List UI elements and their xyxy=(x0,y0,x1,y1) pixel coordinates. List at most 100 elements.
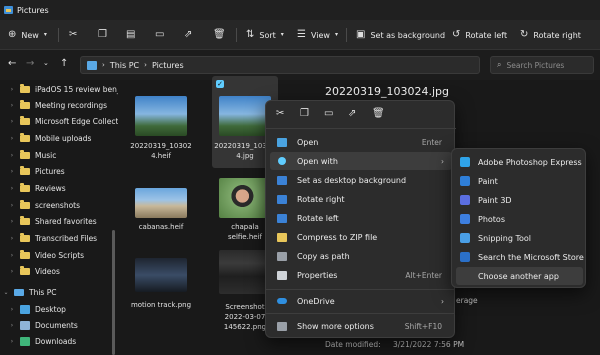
submenu-item-photoshop-express[interactable]: Adobe Photoshop Express xyxy=(456,153,583,171)
image-thumbnail xyxy=(219,178,271,218)
sidebar-item-screenshots[interactable]: › screenshots xyxy=(0,198,80,212)
submenu-item-photos[interactable]: Photos xyxy=(456,210,583,228)
menu-item-onedrive[interactable]: OneDrive › xyxy=(270,292,452,310)
sidebar-item-label: Shared favorites xyxy=(35,216,97,226)
folder-icon xyxy=(20,115,30,125)
address-bar[interactable]: › This PC › Pictures xyxy=(80,56,480,74)
menu-item-open-with[interactable]: Open with › xyxy=(270,152,452,170)
submenu-item-paint-3d[interactable]: Paint 3D xyxy=(456,191,583,209)
rename-button[interactable]: ▭ xyxy=(155,24,164,46)
menu-item-properties[interactable]: Properties Alt+Enter xyxy=(270,266,452,284)
rotate-left-icon: ↺ xyxy=(452,29,461,40)
submenu-item-choose-another-app[interactable]: Choose another app xyxy=(456,267,583,285)
checkbox-checked-icon[interactable]: ✓ xyxy=(216,80,224,88)
rename-icon[interactable]: ▭ xyxy=(324,109,333,119)
recent-chevron-icon[interactable]: ⌄ xyxy=(43,60,49,67)
image-thumbnail xyxy=(219,250,271,294)
sidebar-item-ipados[interactable]: › iPadOS 15 review ben_fil xyxy=(0,82,118,96)
rotate-left-label: Rotate left xyxy=(465,30,508,40)
pc-icon xyxy=(87,60,97,70)
submenu-item-paint[interactable]: Paint xyxy=(456,172,583,190)
cut-icon[interactable]: ✂ xyxy=(276,109,284,119)
menu-item-rotate-left[interactable]: Rotate left xyxy=(270,209,452,227)
breadcrumb-pictures[interactable]: Pictures xyxy=(152,61,184,70)
rotate-right-button[interactable]: ↻ Rotate right xyxy=(520,24,581,46)
sort-button[interactable]: ⇅ Sort ▾ xyxy=(246,24,284,46)
date-modified-value: 3/21/2022 7:56 PM xyxy=(393,340,465,349)
submenu-item-label: Choose another app xyxy=(478,271,559,281)
rotate-left-button[interactable]: ↺ Rotate left xyxy=(452,24,507,46)
delete-button[interactable]: 🗑 xyxy=(213,24,226,46)
folder-icon xyxy=(20,249,30,259)
menu-item-copy-as-path[interactable]: Copy as path xyxy=(270,247,452,265)
sidebar-item-documents[interactable]: › Documents xyxy=(0,318,78,332)
sidebar-item-desktop[interactable]: › Desktop xyxy=(0,302,66,316)
sidebar-item-transcribed-files[interactable]: › Transcribed Files xyxy=(0,231,97,245)
search-box[interactable]: ⌕ Search Pictures xyxy=(490,56,594,74)
copy-path-icon xyxy=(276,251,288,261)
chevron-right-icon: › xyxy=(441,156,444,166)
submenu-item-label: Search the Microsoft Store xyxy=(478,252,584,262)
delete-icon[interactable]: 🗑 xyxy=(372,109,385,119)
open-with-icon xyxy=(276,156,288,166)
chevron-right-icon: › xyxy=(10,117,14,125)
sidebar-item-label: Videos xyxy=(35,266,60,276)
sidebar-scrollbar[interactable] xyxy=(112,230,115,355)
properties-icon xyxy=(276,270,288,280)
sidebar-item-video-scripts[interactable]: › Video Scripts xyxy=(0,248,84,262)
sidebar-item-label: Meeting recordings xyxy=(35,100,108,110)
chevron-down-icon: ⌄ xyxy=(3,288,9,296)
copy-button[interactable]: ❐ xyxy=(98,24,107,46)
more-options-icon xyxy=(276,321,288,331)
wallpaper-icon: ▣ xyxy=(356,29,366,40)
forward-icon[interactable]: → xyxy=(26,59,34,69)
menu-item-set-desktop-background[interactable]: Set as desktop background xyxy=(270,171,452,189)
submenu-item-search-store[interactable]: Search the Microsoft Store xyxy=(456,248,584,266)
menu-item-rotate-right[interactable]: Rotate right xyxy=(270,190,452,208)
view-button[interactable]: ☰ View ▾ xyxy=(297,24,338,46)
sidebar-item-music[interactable]: › Music xyxy=(0,148,56,162)
sidebar-item-label: Reviews xyxy=(35,183,66,193)
context-menu-quick-actions: ✂ ❐ ▭ ⇗ 🗑 xyxy=(266,101,456,129)
menu-item-open[interactable]: Open Enter xyxy=(270,133,452,151)
submenu-item-snipping-tool[interactable]: Snipping Tool xyxy=(456,229,583,247)
sidebar-item-downloads[interactable]: › Downloads xyxy=(0,334,76,348)
sidebar-item-pictures[interactable]: › Pictures xyxy=(0,164,65,178)
chevron-right-icon: › xyxy=(10,321,14,329)
menu-item-label: OneDrive xyxy=(297,296,335,306)
menu-item-show-more-options[interactable]: Show more options Shift+F10 xyxy=(270,317,452,335)
share-icon[interactable]: ⇗ xyxy=(348,109,356,119)
sidebar-item-label: Music xyxy=(35,150,57,160)
menu-item-compress-zip[interactable]: Compress to ZIP file xyxy=(270,228,452,246)
new-button[interactable]: ⊕ New ▾ xyxy=(8,24,47,46)
sidebar-item-shared-favorites[interactable]: › Shared favorites xyxy=(0,214,97,228)
paste-button[interactable]: ▤ xyxy=(126,24,135,46)
pc-icon xyxy=(14,288,24,296)
folder-icon xyxy=(20,199,30,209)
chevron-right-icon: › xyxy=(10,167,14,175)
up-icon[interactable]: ↑ xyxy=(60,59,68,69)
copy-icon[interactable]: ❐ xyxy=(300,109,309,119)
wallpaper-icon xyxy=(276,175,288,185)
sidebar-item-reviews[interactable]: › Reviews xyxy=(0,181,66,195)
sidebar-item-label: Video Scripts xyxy=(35,250,85,260)
context-menu: ✂ ❐ ▭ ⇗ 🗑 Open Enter Open with › Set as … xyxy=(265,100,456,338)
sidebar-item-videos[interactable]: › Videos xyxy=(0,264,60,278)
breadcrumb-this-pc[interactable]: This PC xyxy=(110,61,139,70)
cut-button[interactable]: ✂ xyxy=(69,24,77,46)
chevron-right-icon: › xyxy=(10,184,14,192)
menu-item-label: Compress to ZIP file xyxy=(297,232,378,242)
sidebar-item-this-pc[interactable]: ⌄ This PC xyxy=(0,285,56,299)
back-icon[interactable]: ← xyxy=(8,59,16,69)
paste-icon: ▤ xyxy=(126,29,136,40)
menu-item-label: Open xyxy=(297,137,319,147)
sidebar-item-meeting-recordings[interactable]: › Meeting recordings xyxy=(0,98,107,112)
toolbar-divider xyxy=(58,28,59,42)
paint-icon xyxy=(460,176,470,186)
set-as-background-button[interactable]: ▣ Set as background xyxy=(356,24,445,46)
share-button[interactable]: ⇗ xyxy=(184,24,192,46)
sidebar-item-label: Documents xyxy=(35,320,78,330)
sidebar-item-label: Microsoft Edge Collectio xyxy=(35,116,118,126)
sidebar-item-mobile-uploads[interactable]: › Mobile uploads xyxy=(0,131,91,145)
sidebar-item-edge-collections[interactable]: › Microsoft Edge Collectio xyxy=(0,114,118,128)
